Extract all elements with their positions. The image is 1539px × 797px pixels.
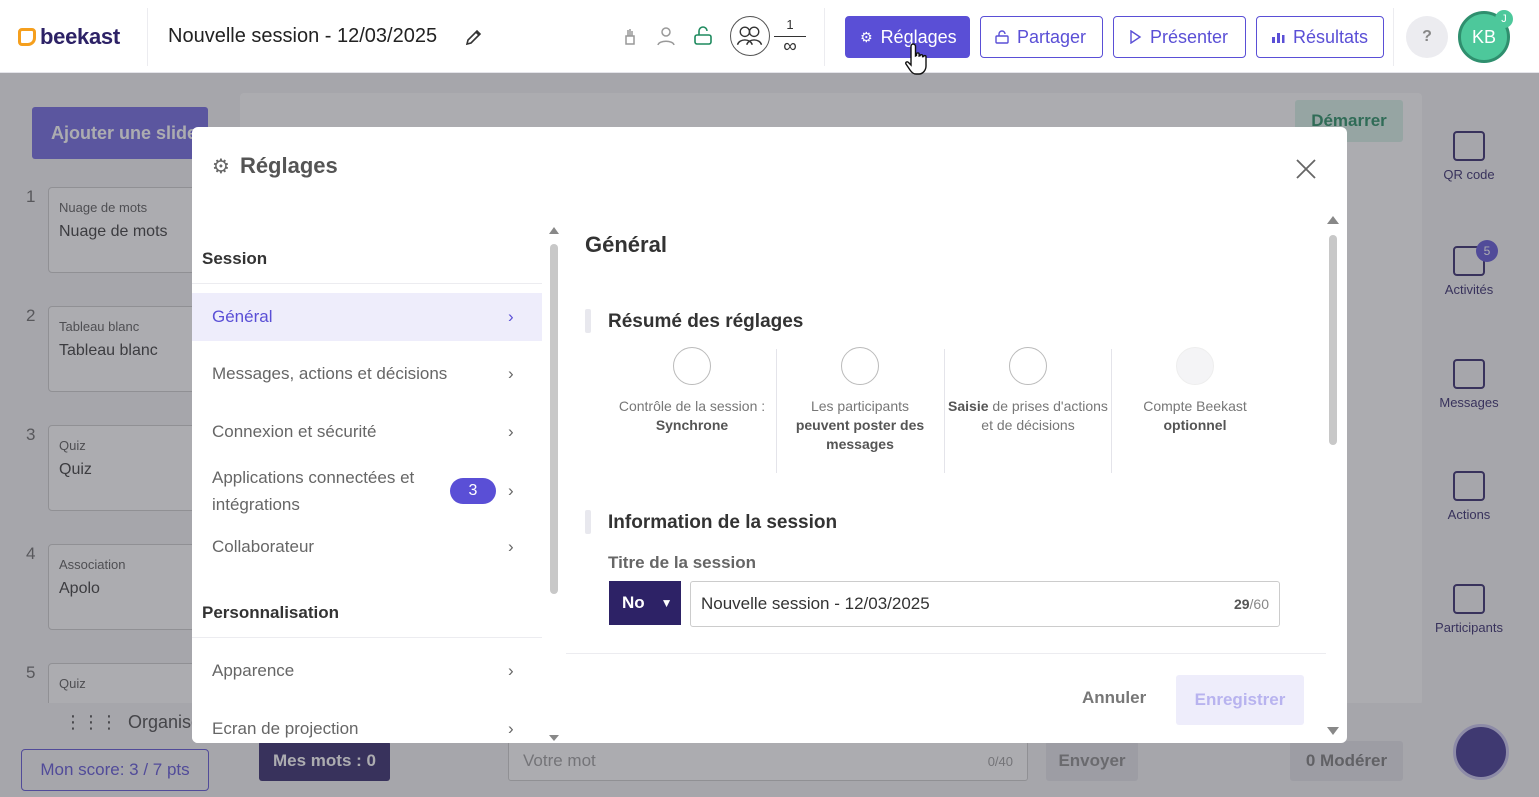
nav-item-label: Apparence	[212, 661, 295, 680]
nav-item-apparence[interactable]: Apparence ›	[192, 647, 542, 695]
avatar-secondary: J	[1495, 10, 1513, 28]
session-title-input[interactable]: Nouvelle session - 12/03/2025 29/60	[690, 581, 1280, 627]
session-title-value: Nouvelle session - 12/03/2025	[701, 594, 930, 613]
summary-title: Résumé des réglages	[608, 311, 804, 332]
nav-section-personnalisation: Personnalisation	[202, 603, 339, 622]
summary-text: Compte Beekast	[1143, 398, 1247, 414]
chevron-right-icon: ›	[508, 537, 514, 556]
nav-item-label: Collaborateur	[212, 537, 315, 556]
summary-text: de prises d'actions et de décisions	[981, 398, 1108, 433]
language-select[interactable]: No ▼	[609, 581, 681, 625]
nav-item-ecran[interactable]: Ecran de projection ›	[192, 705, 542, 743]
settings-nav: Session Général › Messages, actions et dé…	[192, 217, 544, 743]
section-marker	[585, 309, 591, 333]
avatar-initials: KB	[1471, 26, 1496, 47]
summary-bold: optionnel	[1163, 417, 1227, 433]
nav-item-collaborateur[interactable]: Collaborateur ›	[192, 523, 542, 571]
gear-icon: ⚙	[212, 155, 230, 178]
presenter-label: Présenter	[1150, 26, 1229, 47]
save-button[interactable]: Enregistrer	[1176, 675, 1304, 725]
nav-item-label: Ecran de projection	[212, 719, 359, 738]
summary-bold: Saisie	[948, 398, 989, 414]
chevron-right-icon: ›	[508, 719, 514, 738]
user-icon[interactable]	[656, 26, 676, 46]
chevron-right-icon: ›	[508, 661, 514, 680]
settings-modal: ⚙ Réglages Session Général › Messages, ac…	[192, 127, 1347, 743]
summary-messages: Les participants peuvent poster des messa…	[776, 347, 944, 473]
unlock-icon[interactable]	[693, 26, 713, 46]
nav-item-label: Messages, actions et décisions	[212, 364, 448, 383]
applications-count-badge: 3	[450, 478, 496, 504]
hand-raise-icon[interactable]	[620, 26, 640, 46]
session-title: Nouvelle session - 12/03/2025	[168, 25, 438, 47]
top-bar: beekast Nouvelle session - 12/03/2025 1 …	[0, 0, 1539, 73]
partager-label: Partager	[1017, 26, 1087, 47]
bar-chart-icon	[1272, 33, 1285, 43]
summary-text: Contrôle de la session :	[618, 398, 766, 414]
summary-actions: Saisie de prises d'actions et de décisio…	[944, 347, 1112, 473]
resultats-label: Résultats	[1293, 26, 1369, 47]
presenter-button[interactable]: Présenter	[1113, 16, 1246, 58]
nav-divider	[192, 637, 542, 638]
gear-icon: ⚙	[860, 28, 873, 45]
section-marker	[585, 510, 591, 534]
resultats-button[interactable]: Résultats	[1256, 16, 1384, 58]
cancel-button[interactable]: Annuler	[1082, 688, 1146, 708]
nav-item-label: Connexion et sécurité	[212, 422, 377, 441]
participants-count: 1	[786, 17, 794, 32]
beekast-logo[interactable]: beekast	[18, 24, 120, 50]
nav-scrollbar[interactable]	[548, 227, 560, 741]
nav-divider	[192, 283, 542, 284]
modal-footer: Annuler Enregistrer	[566, 653, 1326, 743]
close-icon[interactable]	[1294, 157, 1318, 181]
content-scrollbar[interactable]	[1326, 215, 1340, 741]
language-value: No	[622, 593, 645, 612]
summary-account: Compte Beekast optionnel	[1111, 347, 1279, 473]
nav-item-label: Applications connectées et intégrations	[212, 468, 415, 514]
nav-section-session: Session	[202, 249, 268, 268]
settings-content: Général Résumé des réglages Contrôle de …	[566, 217, 1316, 653]
partager-button[interactable]: Partager	[980, 16, 1103, 58]
char-max: /60	[1249, 596, 1269, 612]
nav-item-general[interactable]: Général ›	[192, 293, 542, 341]
nav-item-label: Général	[212, 307, 273, 326]
content-title: Général	[585, 232, 667, 257]
messages-icon	[841, 347, 879, 385]
char-count: 29	[1233, 596, 1250, 612]
user-avatar[interactable]: KB J	[1458, 10, 1513, 63]
chevron-right-icon: ›	[508, 364, 514, 383]
help-button[interactable]: ?	[1406, 16, 1448, 58]
char-counter: 29/60	[1234, 596, 1269, 612]
play-icon	[1130, 30, 1142, 44]
participants-limit: ∞	[783, 36, 797, 57]
session-control-icon	[673, 347, 711, 385]
chevron-right-icon: ›	[508, 481, 514, 500]
divider	[147, 8, 148, 66]
divider	[824, 8, 825, 66]
edit-title-icon[interactable]	[464, 27, 484, 47]
nav-item-connexion[interactable]: Connexion et sécurité ›	[192, 408, 542, 456]
session-info-title: Information de la session	[608, 512, 838, 533]
summary-bold: Synchrone	[655, 417, 729, 433]
summary-session-control: Contrôle de la session : Synchrone	[608, 347, 776, 473]
logo-mark-icon	[18, 28, 36, 46]
chevron-right-icon: ›	[508, 307, 514, 326]
session-title-label: Titre de la session	[608, 553, 757, 572]
modal-title: Réglages	[239, 153, 338, 178]
nav-item-messages[interactable]: Messages, actions et décisions ›	[192, 350, 542, 398]
nav-item-applications[interactable]: Applications connectées et intégrations 3…	[192, 461, 542, 521]
lock-open-icon	[995, 30, 1009, 44]
caret-down-icon: ▼	[660, 596, 673, 610]
summary-bold: peuvent poster des messages	[795, 417, 925, 452]
logo-text: beekast	[40, 24, 120, 49]
account-icon	[1176, 347, 1214, 385]
participants-counter-icon[interactable]	[730, 16, 770, 56]
hand-cursor-icon	[905, 43, 927, 75]
actions-check-icon	[1009, 347, 1047, 385]
chevron-right-icon: ›	[508, 422, 514, 441]
summary-text: Les participants	[810, 398, 910, 414]
divider	[1393, 8, 1394, 66]
modal-header: ⚙ Réglages	[212, 153, 338, 179]
